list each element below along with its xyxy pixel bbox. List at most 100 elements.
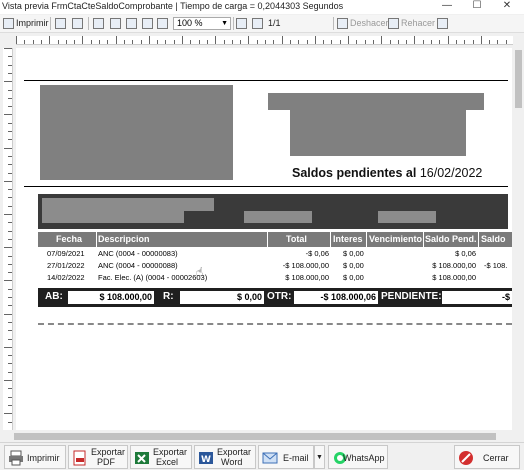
cell-total: -$ 0,06 [305, 249, 329, 258]
ruler-tick [8, 321, 12, 323]
ruler-tick [240, 40, 242, 44]
ruler-tick [8, 238, 12, 240]
pendiente-label: PENDIENTE: [381, 291, 442, 302]
ruler-tick [289, 40, 291, 44]
ruler-tick [447, 36, 449, 44]
pages-layout-button[interactable] [110, 16, 123, 31]
ruler-tick [439, 40, 441, 44]
column-divider [96, 232, 97, 247]
title-rule [24, 186, 508, 187]
printer-icon [9, 450, 23, 466]
zoom-select[interactable]: 100 % ▼ [173, 17, 231, 30]
export-word-button[interactable]: W Exportar Word [194, 445, 256, 469]
previous-page-button[interactable] [236, 16, 249, 31]
ruler-tick [372, 40, 374, 44]
ruler-tick [8, 89, 12, 91]
ruler-tick [397, 40, 399, 44]
email-button[interactable]: E-mail [258, 445, 314, 469]
zoom-out-button[interactable] [157, 16, 170, 31]
ruler-tick [431, 40, 432, 44]
ruler-tick [314, 36, 316, 44]
ruler-tick [8, 297, 12, 298]
zoom-in-button[interactable] [142, 16, 155, 31]
table-row: 14/02/2022 Fac. Elec. (A) (0004 - 000026… [38, 273, 512, 284]
r-label: R: [163, 291, 174, 302]
ab-value: $ 108.000,00 [68, 291, 154, 304]
ruler-tick [8, 404, 12, 406]
vertical-scrollbar[interactable] [513, 48, 524, 430]
title-bar: Vista previa FrmCtaCteSaldoComprobante |… [0, 0, 524, 14]
col-interes: Interes [333, 234, 363, 244]
ruler-tick [8, 197, 12, 199]
redo-button[interactable]: Rehacer [388, 16, 435, 31]
export-word-label-1: Exportar [217, 447, 252, 457]
ruler-tick [182, 36, 183, 44]
ruler-tick [8, 106, 12, 108]
page-view-button[interactable] [93, 16, 106, 31]
vertical-ruler [3, 48, 13, 430]
column-divider [478, 232, 479, 247]
ruler-tick [281, 36, 283, 44]
ab-label: AB: [45, 291, 63, 302]
undo-button[interactable]: Deshacer [337, 16, 389, 31]
ruler-tick [90, 40, 92, 44]
ruler-tick [57, 40, 59, 44]
ruler-tick [4, 247, 12, 249]
email-button-label: E-mail [283, 453, 309, 463]
thumbnails-button[interactable] [126, 16, 139, 31]
client-id-block [244, 211, 312, 223]
ruler-tick [8, 155, 12, 157]
print-button-label: Imprimir [27, 453, 60, 463]
email-dropdown-button[interactable]: ▼ [314, 445, 325, 469]
edit-button[interactable] [437, 16, 450, 31]
ruler-tick [4, 147, 12, 149]
page-break-line [38, 323, 512, 325]
undo-label: Deshacer [350, 18, 389, 28]
page-setup-button[interactable] [72, 16, 85, 31]
ruler-tick [256, 40, 258, 44]
ruler-tick [4, 180, 12, 182]
export-word-label-2: Word [221, 457, 243, 467]
whatsapp-button[interactable]: WhatsApp [328, 445, 388, 469]
print-toolbar-button[interactable]: Imprimir [3, 16, 49, 31]
close-window-button[interactable]: ✕ [492, 0, 522, 14]
ruler-tick [505, 40, 507, 44]
vertical-scroll-thumb[interactable] [515, 50, 522, 108]
ruler-tick [8, 272, 12, 274]
ruler-tick [165, 40, 167, 44]
zoom-value: 100 % [177, 18, 203, 28]
horizontal-scrollbar[interactable] [0, 431, 513, 442]
ruler-tick [8, 139, 12, 141]
ruler-tick [8, 122, 12, 124]
export-pdf-button[interactable]: Exportar PDF [68, 445, 128, 469]
search-toolbar-button[interactable] [55, 16, 68, 31]
ruler-tick [115, 36, 117, 44]
ruler-tick [306, 40, 308, 44]
export-excel-button[interactable]: Exportar Excel [130, 445, 192, 469]
export-pdf-label-2: PDF [97, 457, 115, 467]
ruler-tick [8, 388, 12, 390]
ruler-tick [107, 40, 109, 44]
print-button[interactable]: Imprimir [4, 445, 66, 469]
ruler-tick [4, 81, 12, 83]
next-page-icon [252, 18, 263, 30]
toolbar-separator [233, 17, 234, 30]
column-divider [330, 232, 331, 247]
close-button[interactable]: Cerrar [454, 445, 520, 469]
next-page-button[interactable] [252, 16, 265, 31]
zoom-in-icon [142, 18, 153, 30]
ruler-tick [8, 396, 12, 398]
maximize-button[interactable]: ☐ [462, 0, 492, 14]
zoom-out-icon [157, 18, 168, 30]
table-row: 07/09/2021 ANC (0004 - 00000083) -$ 0,06… [38, 249, 512, 260]
horizontal-scroll-thumb[interactable] [14, 433, 496, 440]
svg-text:W: W [201, 455, 211, 465]
pencil-icon [437, 18, 448, 30]
ruler-tick [4, 214, 12, 215]
ruler-tick [49, 36, 51, 44]
ruler-tick [24, 40, 26, 44]
whatsapp-button-label: WhatsApp [343, 453, 385, 463]
minimize-button[interactable]: — [432, 0, 462, 14]
ruler-tick [8, 189, 12, 191]
client-detail-block [42, 211, 184, 223]
